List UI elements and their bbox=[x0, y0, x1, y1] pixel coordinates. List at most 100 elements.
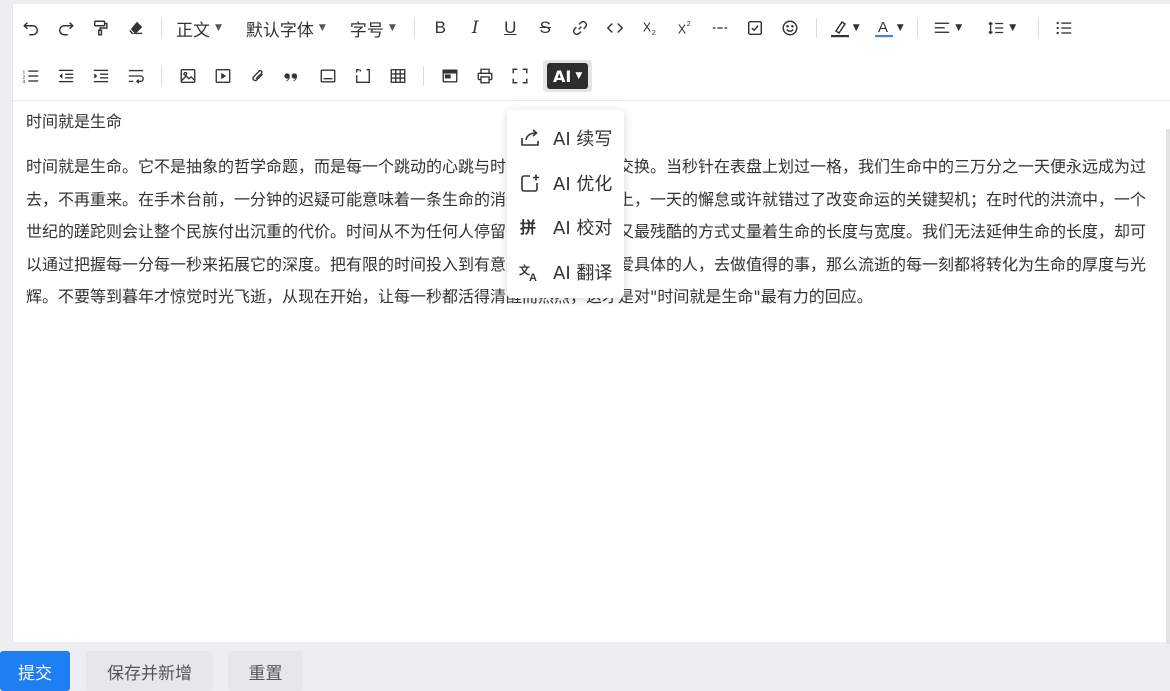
attachment-button[interactable] bbox=[240, 60, 275, 92]
underline-button[interactable]: U bbox=[493, 12, 528, 44]
indent-icon bbox=[93, 69, 108, 83]
subscript-button[interactable]: X2 bbox=[633, 12, 668, 44]
toolbar-divider bbox=[815, 18, 817, 38]
video-icon bbox=[215, 69, 230, 83]
code-button[interactable] bbox=[598, 12, 633, 44]
toolbar-divider bbox=[423, 66, 424, 86]
svg-text:2: 2 bbox=[652, 28, 656, 37]
highlighter-icon bbox=[830, 20, 849, 38]
ai-menu-item-label: AI 校对 bbox=[553, 218, 613, 240]
toolbar-divider bbox=[161, 66, 162, 86]
chevron-down-icon: ▼ bbox=[1009, 23, 1017, 33]
ordered-list-icon: 123 bbox=[22, 69, 38, 85]
horizontal-rule-button[interactable] bbox=[703, 12, 738, 44]
link-icon bbox=[573, 20, 588, 36]
optimize-icon bbox=[521, 174, 539, 192]
emoji-button[interactable] bbox=[773, 12, 808, 44]
underline-icon: U bbox=[504, 18, 517, 37]
svg-text:A: A bbox=[878, 19, 888, 36]
quote-icon bbox=[283, 73, 297, 82]
blockquote-button[interactable] bbox=[275, 60, 310, 92]
paragraph-style-dropdown[interactable]: 正文 ▼ bbox=[170, 12, 228, 44]
align-dropdown[interactable]: ▼ bbox=[926, 12, 970, 44]
font-size-label: 字号 bbox=[349, 20, 384, 41]
toolbar-row-2: 123 AI ▼ bbox=[13, 58, 593, 94]
ai-menu-item-proofread[interactable]: 拼 AI 校对 bbox=[507, 205, 624, 250]
block-button[interactable] bbox=[310, 60, 345, 92]
template-button[interactable] bbox=[432, 60, 467, 92]
ai-menu-item-label: AI 优化 bbox=[553, 173, 613, 195]
ai-menu-item-label: AI 续写 bbox=[553, 129, 613, 151]
ordered-list-button[interactable]: 123 bbox=[13, 60, 48, 92]
link-button[interactable] bbox=[563, 12, 598, 44]
strikethrough-icon: S bbox=[539, 18, 551, 37]
outdent-icon bbox=[58, 69, 73, 83]
ai-menu-item-continue[interactable]: AI 续写 bbox=[507, 116, 624, 161]
svg-text:拼: 拼 bbox=[520, 218, 536, 237]
ai-button-label: AI bbox=[553, 66, 572, 86]
superscript-button[interactable]: X2 bbox=[668, 12, 703, 44]
align-left-icon bbox=[935, 22, 950, 33]
reset-button[interactable]: 重置 bbox=[228, 651, 303, 691]
print-button[interactable] bbox=[467, 60, 502, 92]
printer-icon bbox=[477, 68, 492, 84]
proofread-icon: 拼 bbox=[520, 218, 536, 237]
ai-menu-item-optimize[interactable]: AI 优化 bbox=[507, 161, 624, 206]
block-icon bbox=[320, 69, 335, 83]
window-icon bbox=[442, 69, 457, 83]
chevron-down-icon: ▼ bbox=[318, 23, 326, 33]
horizontal-rule-icon bbox=[713, 27, 728, 29]
line-height-dropdown[interactable]: ▼ bbox=[980, 12, 1024, 44]
chevron-down-icon: ▼ bbox=[575, 71, 583, 81]
strikethrough-button[interactable]: S bbox=[528, 12, 563, 44]
eraser-icon bbox=[128, 21, 142, 35]
font-color-button[interactable]: A ▼ bbox=[869, 12, 909, 44]
italic-icon: I bbox=[471, 18, 479, 38]
font-family-label: 默认字体 bbox=[245, 20, 314, 41]
paperclip-icon bbox=[251, 70, 263, 82]
chevron-down-icon: ▼ bbox=[896, 23, 904, 33]
text-wrap-icon bbox=[128, 69, 144, 84]
toolbar-divider bbox=[413, 18, 415, 38]
clear-format-button[interactable] bbox=[118, 12, 153, 44]
form-footer: 提交 保存并新增 重置 bbox=[0, 651, 1170, 691]
ai-menu-item-label: AI 翻译 bbox=[553, 262, 613, 284]
chevron-down-icon: ▼ bbox=[852, 23, 860, 33]
todo-list-button[interactable] bbox=[738, 12, 773, 44]
vertical-scrollbar[interactable] bbox=[1166, 129, 1170, 644]
insert-image-button[interactable] bbox=[170, 60, 205, 92]
bold-button[interactable]: B bbox=[423, 12, 458, 44]
editor-toolbar: 正文 ▼ 默认字体 ▼ 字号 ▼ B I U S X2 X2 ▼ A ▼ ▼ ▼… bbox=[13, 4, 1170, 100]
svg-text:X: X bbox=[643, 21, 652, 35]
insert-video-button[interactable] bbox=[205, 60, 240, 92]
toolbar-divider bbox=[916, 18, 918, 38]
italic-button[interactable]: I bbox=[458, 12, 493, 44]
svg-text:2: 2 bbox=[687, 19, 691, 28]
submit-button[interactable]: 提交 bbox=[0, 651, 70, 691]
save-and-new-button[interactable]: 保存并新增 bbox=[86, 651, 213, 691]
ai-dropdown-menu: AI 续写 AI 优化 拼 AI 校对 文A AI 翻译 bbox=[507, 110, 624, 298]
bullet-list-button[interactable] bbox=[1047, 12, 1082, 44]
format-painter-button[interactable] bbox=[83, 12, 118, 44]
code-block-icon bbox=[355, 69, 370, 83]
chevron-down-icon: ▼ bbox=[215, 23, 222, 33]
svg-text:X: X bbox=[678, 22, 687, 36]
table-icon bbox=[390, 69, 405, 83]
undo-button[interactable] bbox=[13, 12, 48, 44]
text-wrap-button[interactable] bbox=[118, 60, 153, 92]
font-family-dropdown[interactable]: 默认字体 ▼ bbox=[240, 12, 332, 44]
font-color-icon: A bbox=[874, 19, 893, 38]
highlight-color-button[interactable]: ▼ bbox=[825, 12, 865, 44]
rich-text-editor: 正文 ▼ 默认字体 ▼ 字号 ▼ B I U S X2 X2 ▼ A ▼ ▼ ▼… bbox=[12, 4, 1170, 644]
undo-icon bbox=[22, 22, 38, 36]
indent-button[interactable] bbox=[83, 60, 118, 92]
outdent-button[interactable] bbox=[48, 60, 83, 92]
table-button[interactable] bbox=[380, 60, 415, 92]
font-size-dropdown[interactable]: 字号 ▼ bbox=[344, 12, 402, 44]
code-block-button[interactable] bbox=[345, 60, 380, 92]
ai-dropdown-button[interactable]: AI ▼ bbox=[543, 60, 593, 92]
svg-text:3: 3 bbox=[22, 79, 25, 85]
redo-button[interactable] bbox=[48, 12, 83, 44]
ai-menu-item-translate[interactable]: 文A AI 翻译 bbox=[507, 250, 624, 295]
fullscreen-button[interactable] bbox=[502, 60, 537, 92]
